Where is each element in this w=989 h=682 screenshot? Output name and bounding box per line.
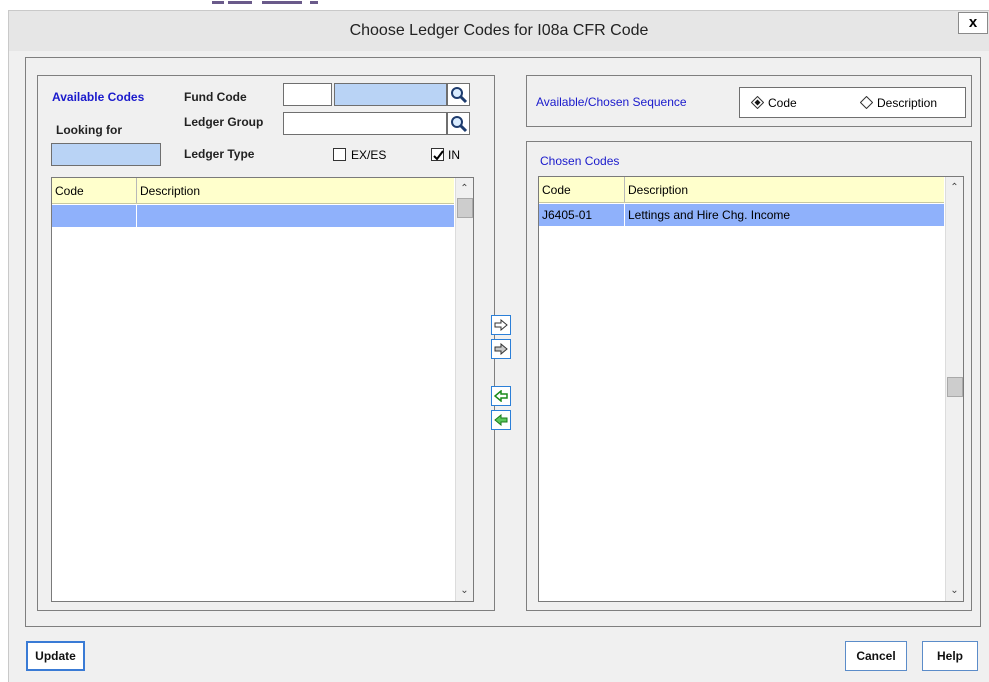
chosen-codes-grid[interactable]: Code Description J6405-01 Lettings and H…: [538, 176, 964, 602]
sequence-radio-group: Code Description: [739, 87, 966, 118]
table-row[interactable]: J6405-01 Lettings and Hire Chg. Income: [539, 204, 944, 226]
background-artifact: [310, 1, 318, 4]
cancel-button[interactable]: Cancel: [845, 641, 907, 671]
help-button[interactable]: Help: [922, 641, 978, 671]
available-codes-grid[interactable]: Code Description ⌃ ⌄: [51, 177, 474, 602]
fund-code-label: Fund Code: [184, 90, 247, 104]
grid-header: Code Description: [539, 177, 944, 203]
sequence-label: Available/Chosen Sequence: [536, 95, 687, 109]
sequence-option-code[interactable]: Code: [750, 95, 797, 110]
move-all-right-button[interactable]: [491, 339, 511, 359]
ex-es-label: EX/ES: [351, 148, 387, 162]
chosen-codes-group: Chosen Codes Code Description J6405-01 L…: [526, 141, 972, 611]
in-label: IN: [448, 148, 460, 162]
title-bar[interactable]: Choose Ledger Codes for I08a CFR Code x: [9, 11, 989, 51]
row-description-cell: [137, 205, 454, 227]
scroll-down-icon[interactable]: ⌄: [456, 582, 473, 599]
table-row[interactable]: [52, 205, 454, 227]
ledger-group-search-button[interactable]: [447, 112, 470, 135]
scroll-up-icon[interactable]: ⌃: [946, 179, 963, 196]
available-codes-group: Available Codes Looking for Fund Code Le…: [37, 75, 495, 611]
column-header-description[interactable]: Description: [625, 177, 944, 202]
arrow-left-green-filled-icon: [494, 414, 508, 426]
row-description-cell: Lettings and Hire Chg. Income: [628, 208, 791, 222]
ex-es-checkbox[interactable]: [333, 148, 346, 161]
radio-selected-icon: [750, 95, 765, 110]
looking-for-input[interactable]: [51, 143, 161, 166]
scroll-thumb[interactable]: [457, 198, 473, 218]
magnifier-icon: [451, 116, 468, 133]
column-header-code[interactable]: Code: [52, 178, 137, 203]
sequence-option-code-label: Code: [768, 96, 797, 110]
background-artifact: [212, 1, 224, 4]
ledger-type-label: Ledger Type: [184, 147, 255, 161]
move-right-button[interactable]: [491, 315, 511, 335]
available-codes-label: Available Codes: [52, 90, 145, 104]
move-left-button[interactable]: [491, 386, 511, 406]
fund-code-search-button[interactable]: [447, 83, 470, 106]
grid-header: Code Description: [52, 178, 454, 204]
available-scrollbar[interactable]: ⌃ ⌄: [455, 178, 473, 601]
sequence-option-description[interactable]: Description: [859, 95, 938, 110]
sequence-group: Available/Chosen Sequence Code Descripti…: [526, 75, 972, 127]
background-strip: [0, 0, 989, 10]
scroll-down-icon[interactable]: ⌄: [946, 582, 963, 599]
close-button[interactable]: x: [958, 12, 988, 34]
scroll-thumb[interactable]: [947, 377, 963, 397]
arrow-left-green-icon: [494, 390, 508, 402]
sequence-option-description-label: Description: [877, 96, 938, 110]
fund-code-input[interactable]: [283, 83, 332, 106]
arrow-right-outline-icon: [494, 319, 508, 331]
dialog-title: Choose Ledger Codes for I08a CFR Code: [349, 22, 649, 39]
radio-unselected-icon: [859, 95, 874, 110]
in-checkbox[interactable]: [431, 148, 444, 161]
move-all-left-button[interactable]: [491, 410, 511, 430]
background-artifact: [228, 1, 252, 4]
magnifier-icon: [451, 87, 468, 104]
ledger-group-input[interactable]: [283, 112, 447, 135]
column-header-code[interactable]: Code: [539, 177, 625, 202]
arrow-right-filled-icon: [494, 343, 508, 355]
fund-code-description-field: [334, 83, 447, 106]
row-code-cell: J6405-01: [539, 204, 625, 226]
background-artifact: [262, 1, 302, 4]
looking-for-label: Looking for: [56, 123, 122, 137]
dialog-window: Choose Ledger Codes for I08a CFR Code x …: [8, 10, 989, 682]
content-panel: Available Codes Looking for Fund Code Le…: [25, 57, 981, 627]
chosen-codes-label: Chosen Codes: [540, 154, 620, 168]
update-button[interactable]: Update: [26, 641, 85, 671]
ledger-group-label: Ledger Group: [184, 115, 264, 129]
column-header-description[interactable]: Description: [137, 178, 454, 203]
row-code-cell: [52, 205, 137, 227]
chosen-scrollbar[interactable]: ⌃ ⌄: [945, 177, 963, 601]
checkmark-icon: [433, 150, 444, 161]
scroll-up-icon[interactable]: ⌃: [456, 180, 473, 197]
